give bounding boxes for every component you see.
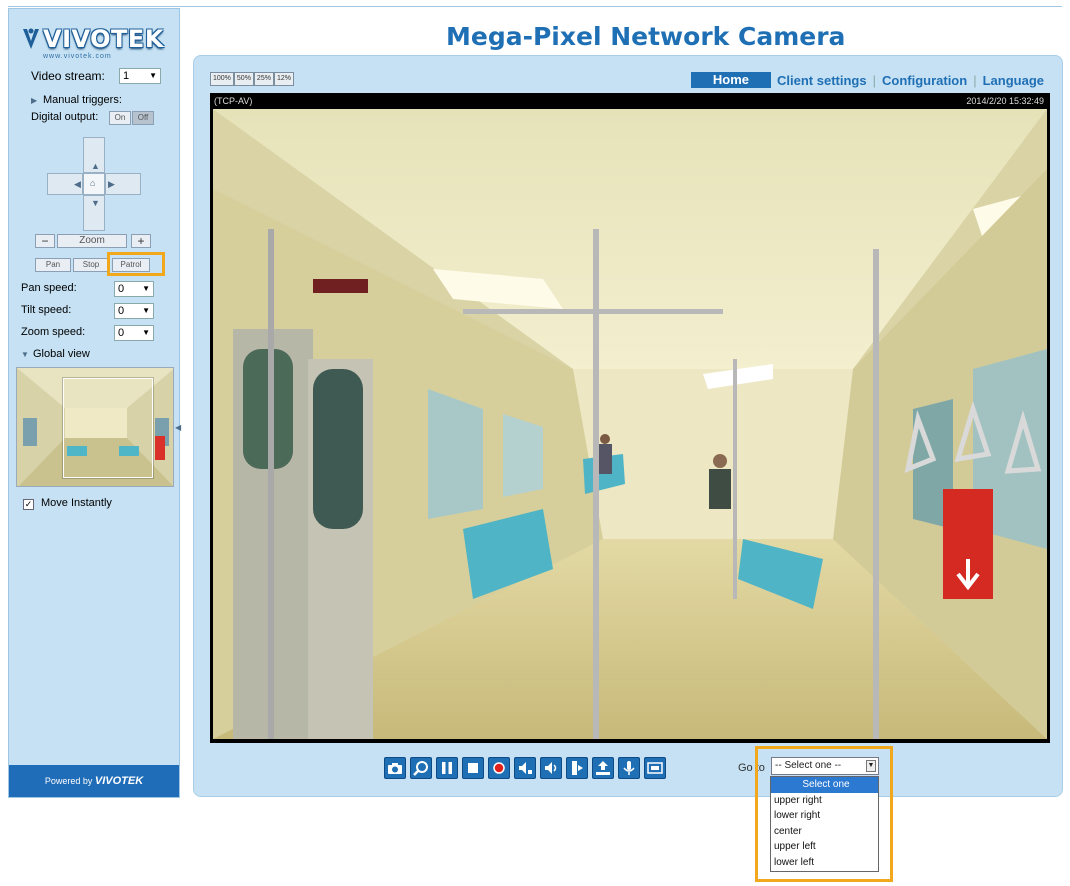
nav-client-settings[interactable]: Client settings xyxy=(777,73,867,88)
global-view-label[interactable]: Global view xyxy=(33,348,90,360)
pan-left-button[interactable]: ◀ xyxy=(47,173,83,195)
video-stream-select[interactable]: 1 ▼ xyxy=(119,68,161,84)
top-nav: Home Client settings | Configuration | L… xyxy=(690,72,1044,88)
resolution-button[interactable]: 12% xyxy=(273,72,294,86)
sidebar: VIVOTEK www.vivotek.com Video stream: 1 … xyxy=(8,8,182,798)
pause-icon xyxy=(442,762,452,774)
chevron-down-icon: ▼ xyxy=(142,328,150,337)
move-instantly-checkbox[interactable]: ✓ xyxy=(23,499,34,510)
volume-button[interactable] xyxy=(514,757,536,779)
video-stream-label: Video stream: xyxy=(31,69,105,83)
digital-output-label: Digital output: xyxy=(31,111,99,123)
speaker-icon xyxy=(545,762,557,774)
video-timestamp: 2014/2/20 15:32:49 xyxy=(966,96,1044,106)
record-icon xyxy=(493,762,505,774)
live-video-view[interactable]: (TCP-AV) 2014/2/20 15:32:49 xyxy=(210,93,1050,743)
expand-triangle-icon[interactable]: ▶ xyxy=(31,97,37,105)
magnifier-icon xyxy=(413,761,428,776)
pan-speed-value: 0 xyxy=(118,283,125,295)
chevron-down-icon: ▼ xyxy=(142,284,150,293)
arrow-right-icon: ▶ xyxy=(108,179,115,189)
nav-separator: | xyxy=(973,72,977,88)
tilt-speed-select[interactable]: 0 ▼ xyxy=(114,303,154,319)
global-view-roi[interactable] xyxy=(63,378,153,478)
chevron-down-icon: ▼ xyxy=(149,71,157,80)
video-control-toolbar xyxy=(384,757,666,779)
fullscreen-button[interactable] xyxy=(644,757,666,779)
microphone-icon xyxy=(623,761,635,775)
collapse-triangle-icon[interactable]: ▼ xyxy=(21,351,29,359)
zoom-slider[interactable]: Zoom xyxy=(57,234,127,248)
stop-icon xyxy=(468,763,478,773)
arrow-right-icon: ◀ xyxy=(175,423,182,432)
record-button[interactable] xyxy=(488,757,510,779)
brand-name: VIVOTEK xyxy=(43,25,164,53)
pan-right-button[interactable]: ▶ xyxy=(105,173,141,195)
pan-speed-select[interactable]: 0 ▼ xyxy=(114,281,154,297)
camera-icon xyxy=(388,763,402,774)
top-divider xyxy=(8,6,1062,7)
nav-configuration[interactable]: Configuration xyxy=(882,73,967,88)
tilt-up-button[interactable]: ▲ xyxy=(83,137,105,173)
video-frame xyxy=(213,109,1047,739)
zoom-speed-label: Zoom speed: xyxy=(21,326,86,338)
stop-button[interactable]: Stop xyxy=(73,258,109,272)
chevron-down-icon: ▼ xyxy=(142,306,150,315)
move-instantly-label: Move Instantly xyxy=(41,497,112,509)
nav-home[interactable]: Home xyxy=(690,72,772,88)
global-view-thumbnail[interactable] xyxy=(16,367,174,487)
powered-by-label: Powered by xyxy=(44,776,93,786)
video-caption-bar: (TCP-AV) 2014/2/20 15:32:49 xyxy=(210,93,1050,109)
zoom-in-button[interactable]: + xyxy=(131,234,151,248)
video-protocol: (TCP-AV) xyxy=(214,96,253,106)
upload-button[interactable] xyxy=(592,757,614,779)
pause-button[interactable] xyxy=(436,757,458,779)
page-title: Mega-Pixel Network Camera xyxy=(446,22,846,51)
talk-button[interactable] xyxy=(566,757,588,779)
brand-tagline: www.vivotek.com xyxy=(43,53,112,60)
talk-icon xyxy=(572,761,583,775)
goto-highlight-box xyxy=(755,746,893,882)
zoom-out-button[interactable]: − xyxy=(35,234,55,248)
home-position-button[interactable]: ⌂ xyxy=(83,173,105,195)
arrow-down-icon: ▼ xyxy=(91,198,100,208)
pan-button[interactable]: Pan xyxy=(35,258,71,272)
arrow-up-icon: ▲ xyxy=(91,161,100,171)
nav-language[interactable]: Language xyxy=(983,73,1044,88)
stop-video-button[interactable] xyxy=(462,757,484,779)
train-interior-image xyxy=(213,109,1047,739)
tilt-down-button[interactable]: ▼ xyxy=(83,195,105,231)
video-stream-value: 1 xyxy=(123,70,130,82)
resolution-button[interactable]: 100% xyxy=(210,72,234,86)
zoom-speed-value: 0 xyxy=(118,327,125,339)
digital-output-on-button[interactable]: On xyxy=(109,111,131,125)
volume-icon xyxy=(519,762,532,774)
tilt-speed-value: 0 xyxy=(118,305,125,317)
pan-speed-label: Pan speed: xyxy=(21,282,77,294)
zoom-speed-select[interactable]: 0 ▼ xyxy=(114,325,154,341)
resolution-button[interactable]: 50% xyxy=(233,72,254,86)
powered-by-brand: VIVOTEK xyxy=(94,775,144,787)
manual-triggers-label[interactable]: Manual triggers: xyxy=(43,94,122,106)
logo-mark-icon xyxy=(23,28,39,49)
fullscreen-icon xyxy=(647,762,663,774)
arrow-left-icon: ◀ xyxy=(74,179,81,189)
upload-icon xyxy=(596,761,610,775)
home-icon: ⌂ xyxy=(90,178,96,188)
vivotek-logo: VIVOTEK www.vivotek.com xyxy=(19,23,169,61)
powered-by-banner: Powered by VIVOTEK xyxy=(9,765,179,797)
resolution-button[interactable]: 25% xyxy=(253,72,274,86)
digital-output-off-button[interactable]: Off xyxy=(132,111,154,125)
patrol-highlight-box xyxy=(107,252,165,276)
camera-web-ui: VIVOTEK www.vivotek.com Video stream: 1 … xyxy=(0,0,1070,886)
tilt-speed-label: Tilt speed: xyxy=(21,304,72,316)
mute-button[interactable] xyxy=(540,757,562,779)
digital-zoom-button[interactable] xyxy=(410,757,432,779)
microphone-button[interactable] xyxy=(618,757,640,779)
snapshot-button[interactable] xyxy=(384,757,406,779)
resolution-toolbar: 100% 50% 25% 12% xyxy=(210,72,294,86)
nav-separator: | xyxy=(872,72,876,88)
